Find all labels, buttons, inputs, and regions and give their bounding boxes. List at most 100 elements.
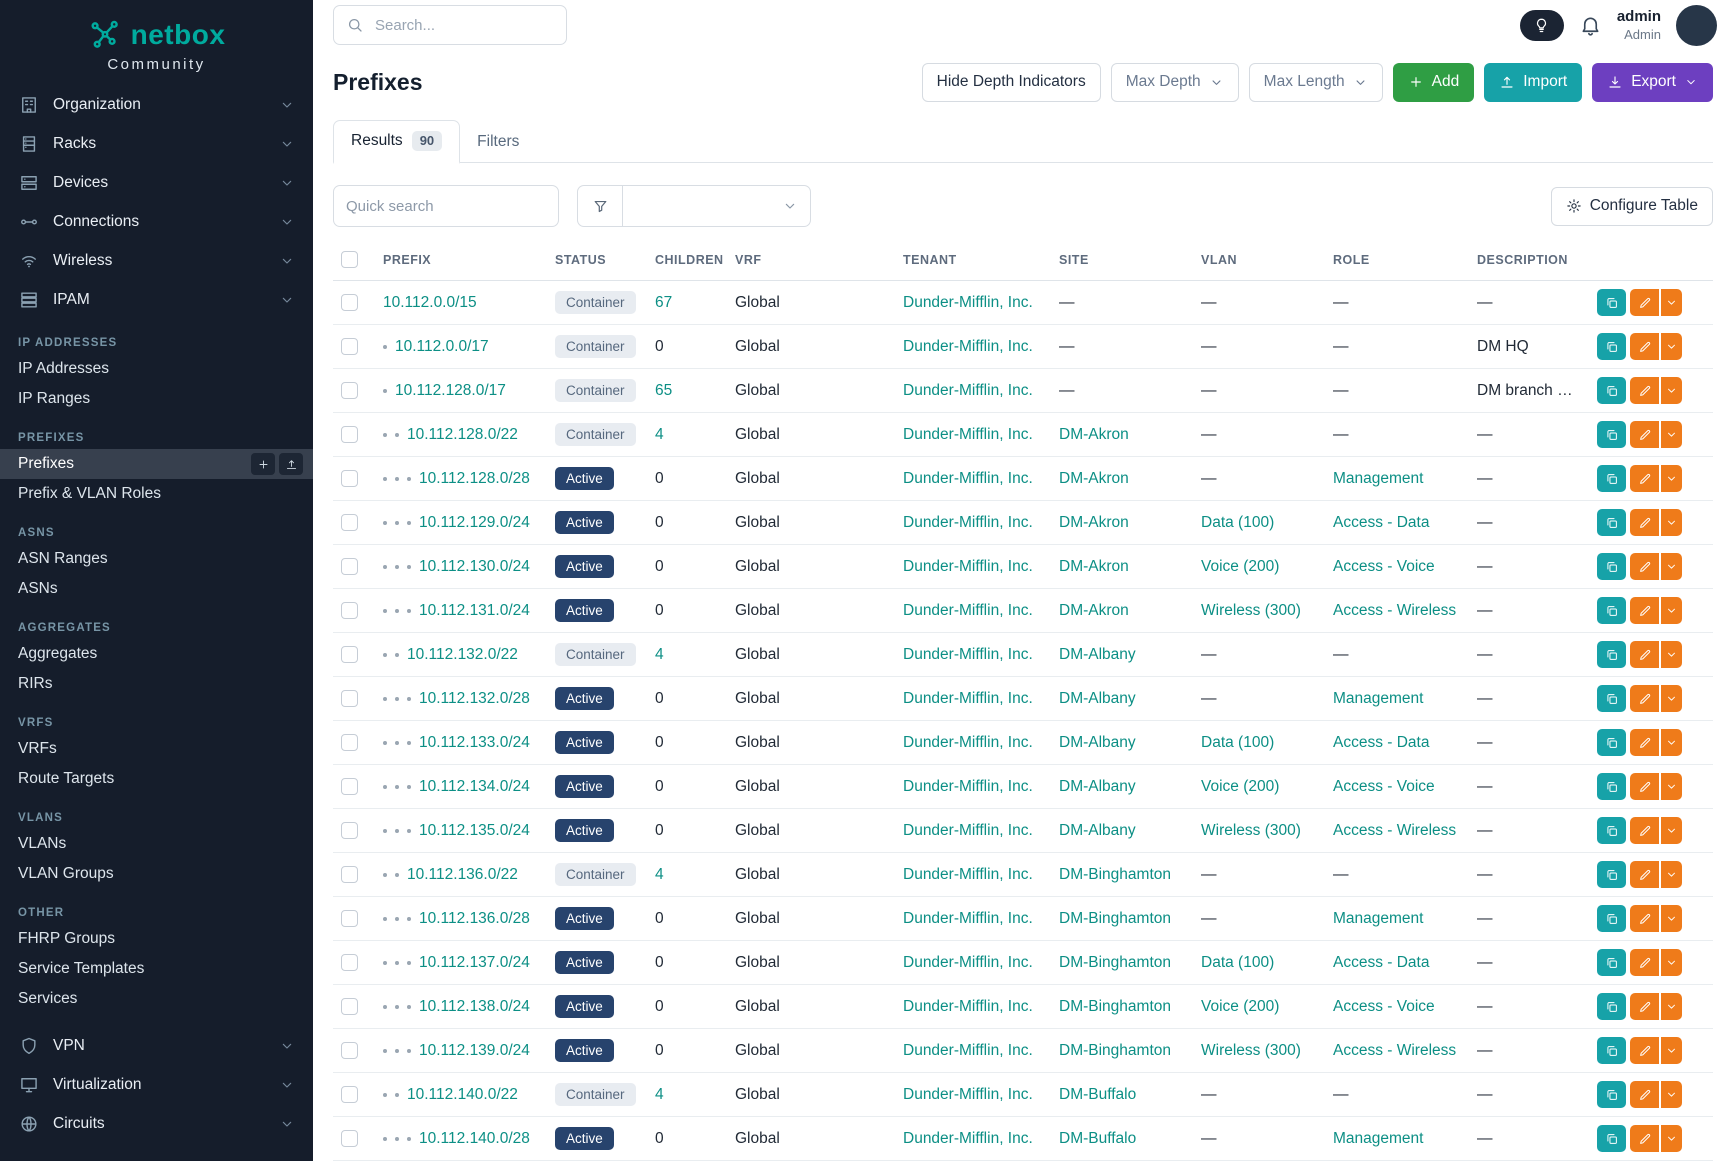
children-link[interactable]: 4: [655, 646, 664, 663]
edit-dropdown-button[interactable]: [1661, 773, 1682, 800]
copy-button[interactable]: [1597, 289, 1626, 316]
edit-dropdown-button[interactable]: [1661, 729, 1682, 756]
column-header-vlan[interactable]: VLAN: [1193, 241, 1325, 281]
edit-dropdown-button[interactable]: [1661, 1125, 1682, 1152]
prefix-link[interactable]: 10.112.130.0/24: [419, 558, 530, 576]
tenant-link[interactable]: Dunder-Mifflin, Inc.: [903, 1042, 1033, 1059]
prefix-link[interactable]: 10.112.131.0/24: [419, 602, 530, 620]
row-checkbox[interactable]: [341, 822, 358, 839]
vlan-link[interactable]: Data (100): [1201, 514, 1274, 531]
row-checkbox[interactable]: [341, 734, 358, 751]
site-link[interactable]: DM-Albany: [1059, 646, 1136, 663]
vlan-link[interactable]: Data (100): [1201, 954, 1274, 971]
tenant-link[interactable]: Dunder-Mifflin, Inc.: [903, 646, 1033, 663]
edit-dropdown-button[interactable]: [1661, 1081, 1682, 1108]
row-checkbox[interactable]: [341, 602, 358, 619]
prefix-link[interactable]: 10.112.0.0/15: [383, 294, 477, 312]
tenant-link[interactable]: Dunder-Mifflin, Inc.: [903, 514, 1033, 531]
children-link[interactable]: 67: [655, 294, 672, 311]
prefix-link[interactable]: 10.112.137.0/24: [419, 954, 530, 972]
copy-button[interactable]: [1597, 377, 1626, 404]
edit-dropdown-button[interactable]: [1661, 949, 1682, 976]
sidebar-item-ip-addresses[interactable]: IP Addresses: [0, 354, 313, 384]
site-link[interactable]: DM-Buffalo: [1059, 1130, 1136, 1147]
edit-button[interactable]: [1630, 377, 1659, 404]
prefix-link[interactable]: 10.112.133.0/24: [419, 734, 530, 752]
column-header-site[interactable]: SITE: [1051, 241, 1193, 281]
sidebar-item-asn-ranges[interactable]: ASN Ranges: [0, 544, 313, 574]
edit-dropdown-button[interactable]: [1661, 861, 1682, 888]
max-depth-dropdown[interactable]: Max Depth: [1111, 63, 1239, 102]
sidebar-item-fhrp-groups[interactable]: FHRP Groups: [0, 924, 313, 954]
tenant-link[interactable]: Dunder-Mifflin, Inc.: [903, 294, 1033, 311]
site-link[interactable]: DM-Akron: [1059, 470, 1129, 487]
row-checkbox[interactable]: [341, 998, 358, 1015]
copy-button[interactable]: [1597, 773, 1626, 800]
edit-button[interactable]: [1630, 289, 1659, 316]
copy-button[interactable]: [1597, 905, 1626, 932]
tenant-link[interactable]: Dunder-Mifflin, Inc.: [903, 998, 1033, 1015]
tenant-link[interactable]: Dunder-Mifflin, Inc.: [903, 910, 1033, 927]
copy-button[interactable]: [1597, 1125, 1626, 1152]
tab-filters[interactable]: Filters: [460, 123, 536, 162]
filter-button[interactable]: [577, 185, 623, 227]
tenant-link[interactable]: Dunder-Mifflin, Inc.: [903, 866, 1033, 883]
edit-button[interactable]: [1630, 949, 1659, 976]
quick-import-button[interactable]: [279, 453, 303, 475]
role-link[interactable]: Management: [1333, 690, 1423, 707]
copy-button[interactable]: [1597, 993, 1626, 1020]
vlan-link[interactable]: Wireless (300): [1201, 602, 1301, 619]
children-link[interactable]: 4: [655, 866, 664, 883]
copy-button[interactable]: [1597, 421, 1626, 448]
copy-button[interactable]: [1597, 861, 1626, 888]
copy-button[interactable]: [1597, 333, 1626, 360]
edit-dropdown-button[interactable]: [1661, 905, 1682, 932]
copy-button[interactable]: [1597, 685, 1626, 712]
theme-toggle-button[interactable]: [1520, 10, 1564, 41]
role-link[interactable]: Access - Voice: [1333, 558, 1435, 575]
role-link[interactable]: Access - Wireless: [1333, 822, 1456, 839]
site-link[interactable]: DM-Binghamton: [1059, 910, 1171, 927]
sidebar-item-wireless[interactable]: Wireless: [0, 241, 313, 280]
edit-dropdown-button[interactable]: [1661, 421, 1682, 448]
prefix-link[interactable]: 10.112.139.0/24: [419, 1042, 530, 1060]
column-header-vrf[interactable]: VRF: [727, 241, 895, 281]
column-header-description[interactable]: DESCRIPTION: [1469, 241, 1589, 281]
row-checkbox[interactable]: [341, 1130, 358, 1147]
prefix-link[interactable]: 10.112.138.0/24: [419, 998, 530, 1016]
edit-dropdown-button[interactable]: [1661, 465, 1682, 492]
tenant-link[interactable]: Dunder-Mifflin, Inc.: [903, 822, 1033, 839]
edit-button[interactable]: [1630, 509, 1659, 536]
site-link[interactable]: DM-Binghamton: [1059, 1042, 1171, 1059]
row-checkbox[interactable]: [341, 954, 358, 971]
edit-dropdown-button[interactable]: [1661, 553, 1682, 580]
tenant-link[interactable]: Dunder-Mifflin, Inc.: [903, 690, 1033, 707]
edit-button[interactable]: [1630, 641, 1659, 668]
sidebar-item-route-targets[interactable]: Route Targets: [0, 764, 313, 794]
quick-search-input[interactable]: [333, 185, 559, 227]
copy-button[interactable]: [1597, 817, 1626, 844]
copy-button[interactable]: [1597, 553, 1626, 580]
prefix-link[interactable]: 10.112.136.0/28: [419, 910, 530, 928]
vlan-link[interactable]: Voice (200): [1201, 558, 1279, 575]
row-checkbox[interactable]: [341, 910, 358, 927]
add-button[interactable]: Add: [1393, 63, 1475, 102]
role-link[interactable]: Access - Voice: [1333, 998, 1435, 1015]
role-link[interactable]: Management: [1333, 910, 1423, 927]
prefix-link[interactable]: 10.112.136.0/22: [407, 866, 518, 884]
edit-button[interactable]: [1630, 817, 1659, 844]
sidebar-item-rirs[interactable]: RIRs: [0, 669, 313, 699]
prefix-link[interactable]: 10.112.135.0/24: [419, 822, 530, 840]
sidebar-item-vpn[interactable]: VPN: [0, 1026, 313, 1065]
edit-button[interactable]: [1630, 685, 1659, 712]
row-checkbox[interactable]: [341, 558, 358, 575]
tenant-link[interactable]: Dunder-Mifflin, Inc.: [903, 1130, 1033, 1147]
role-link[interactable]: Access - Data: [1333, 954, 1429, 971]
prefix-link[interactable]: 10.112.129.0/24: [419, 514, 530, 532]
tenant-link[interactable]: Dunder-Mifflin, Inc.: [903, 734, 1033, 751]
site-link[interactable]: DM-Albany: [1059, 734, 1136, 751]
sidebar-item-organization[interactable]: Organization: [0, 85, 313, 124]
row-checkbox[interactable]: [341, 382, 358, 399]
copy-button[interactable]: [1597, 641, 1626, 668]
sidebar-item-services[interactable]: Services: [0, 984, 313, 1014]
